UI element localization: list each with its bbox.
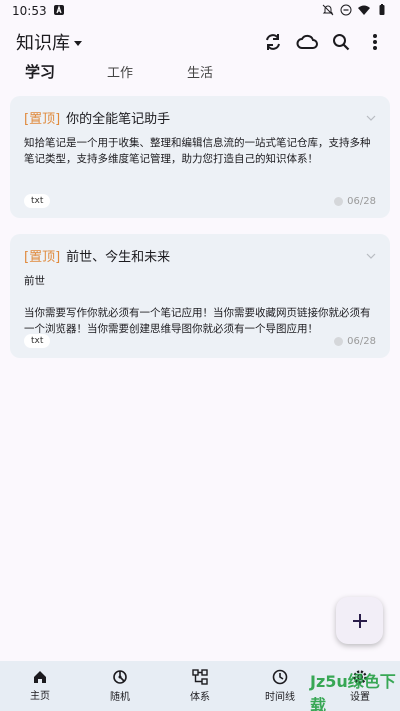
nav-home-label: 主页: [30, 691, 50, 702]
nav-random-label: 随机: [110, 692, 130, 703]
status-dot-icon: [334, 336, 344, 346]
chevron-down-icon[interactable]: [366, 113, 376, 123]
search-icon: [333, 34, 350, 51]
nav-hierarchy-label: 体系: [190, 692, 210, 703]
note-content: 前世 当你需要写作你就必须有一个笔记应用！当你需要收藏网页链接你就必须有一个浏览…: [24, 275, 371, 335]
note-date-text: 06/28: [347, 335, 376, 347]
note-type-tag: txt: [24, 334, 51, 348]
mute-icon: [322, 4, 334, 19]
status-time: 10:53: [12, 4, 47, 18]
app-bar: 知识库: [0, 26, 400, 58]
chevron-down-icon[interactable]: [366, 251, 376, 261]
more-button[interactable]: [364, 31, 386, 53]
add-note-button[interactable]: [336, 597, 383, 644]
pinned-label: [置顶]: [24, 250, 61, 265]
note-title: 你的全能笔记助手: [66, 112, 171, 127]
sync-button[interactable]: [262, 31, 284, 53]
cloud-icon: [296, 34, 318, 49]
home-icon: [34, 671, 46, 683]
nav-timeline[interactable]: 时间线: [240, 661, 320, 711]
search-button[interactable]: [330, 31, 352, 53]
caret-down-icon: [74, 40, 82, 46]
note-date-text: 06/28: [347, 195, 376, 207]
note-card[interactable]: [置顶] 前世、今生和未来 前世 当你需要写作你就必须有一个笔记应用！当你需要收藏…: [10, 234, 390, 358]
wifi-icon: [358, 4, 370, 19]
nav-hierarchy[interactable]: 体系: [160, 661, 240, 711]
status-dot-icon: [334, 196, 344, 206]
library-title: 知识库: [16, 33, 70, 54]
clock-icon: [272, 669, 288, 685]
note-title: 前世、今生和未来: [66, 250, 171, 265]
nav-random[interactable]: 随机: [80, 661, 160, 711]
note-card[interactable]: [置顶] 你的全能笔记助手 知拾笔记是一个用于收集、整理和编辑信息流的一站式笔记仓…: [10, 96, 390, 218]
battery-icon: [376, 3, 388, 19]
status-bar: 10:53: [0, 0, 400, 22]
hierarchy-icon: [192, 669, 208, 685]
note-date: 06/28: [334, 196, 376, 207]
note-title-row: [置顶] 你的全能笔记助手: [24, 108, 170, 127]
note-date: 06/28: [334, 336, 376, 347]
pinned-label: [置顶]: [24, 112, 61, 127]
tab-life[interactable]: 生活: [187, 62, 213, 81]
category-tabs: 学习 工作 生活: [0, 58, 400, 86]
note-title-row: [置顶] 前世、今生和未来: [24, 246, 170, 265]
watermark: Jz5u绿色下载: [310, 672, 396, 711]
tab-work[interactable]: 工作: [107, 62, 133, 81]
sync-icon: [266, 34, 280, 50]
more-icon: [373, 34, 377, 50]
plus-icon: [352, 613, 367, 628]
notification-a-icon: [53, 4, 65, 19]
library-selector[interactable]: 知识库: [16, 29, 82, 55]
nav-home[interactable]: 主页: [0, 661, 80, 711]
nav-timeline-label: 时间线: [265, 692, 295, 703]
tab-study[interactable]: 学习: [25, 61, 55, 82]
dnd-icon: [340, 4, 352, 19]
note-type-tag: txt: [24, 194, 51, 208]
random-icon: [113, 670, 127, 684]
note-content: 知拾笔记是一个用于收集、整理和编辑信息流的一站式笔记仓库，支持多种笔记类型，支持…: [24, 137, 371, 165]
cloud-button[interactable]: [296, 31, 318, 53]
